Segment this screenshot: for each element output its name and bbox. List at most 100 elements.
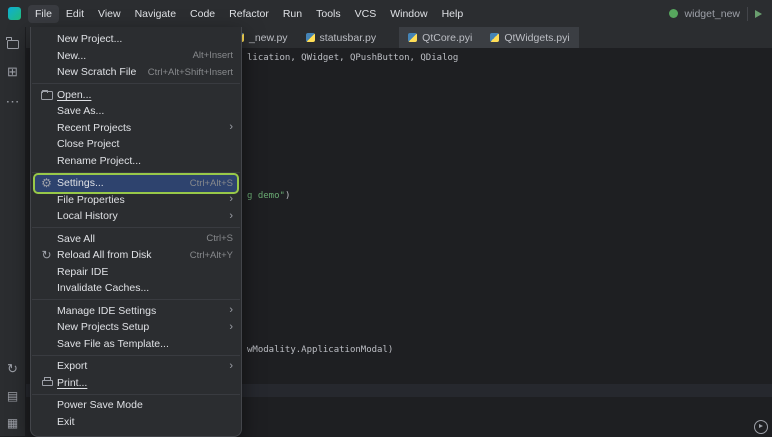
editor-tab[interactable]: QtWidgets.pyi bbox=[481, 27, 578, 48]
divider bbox=[747, 7, 748, 21]
services-play-icon[interactable] bbox=[754, 420, 768, 434]
menu-item[interactable]: New Project... › bbox=[35, 31, 237, 48]
menubar-item[interactable]: Refactor bbox=[222, 5, 276, 23]
menu-separator bbox=[32, 83, 240, 84]
run-button[interactable] bbox=[755, 10, 762, 18]
menubar-item[interactable]: Window bbox=[383, 5, 434, 23]
menubar-item[interactable]: Code bbox=[183, 5, 222, 23]
run-config-icon bbox=[669, 9, 678, 18]
menu-item-icon-slot bbox=[39, 192, 54, 207]
menu-item-icon-slot bbox=[39, 398, 54, 413]
sync-icon[interactable] bbox=[4, 360, 22, 378]
menu-item-label: Save File as Template... bbox=[57, 338, 169, 350]
menu-item[interactable]: Save File as Template... › bbox=[35, 336, 237, 353]
menu-item-icon-slot bbox=[39, 48, 54, 63]
submenu-arrow-icon: › bbox=[229, 211, 233, 222]
printer-icon bbox=[39, 375, 54, 390]
run-widget[interactable]: widget_new bbox=[669, 0, 762, 27]
submenu-arrow-icon: › bbox=[229, 322, 233, 333]
menu-item[interactable]: New Projects Setup › bbox=[35, 319, 237, 336]
menu-item-icon-slot bbox=[39, 104, 54, 119]
menu-item[interactable]: Save As... › bbox=[35, 103, 237, 120]
menu-item[interactable]: Print... › bbox=[35, 375, 237, 392]
submenu-arrow-icon: › bbox=[229, 305, 233, 316]
stripe-bottom-icons bbox=[4, 360, 22, 432]
menu-item[interactable]: Manage IDE Settings › bbox=[35, 303, 237, 320]
menu-item-label: File Properties bbox=[57, 194, 125, 206]
menu-item-icon-slot bbox=[39, 359, 54, 374]
menu-bar: FileEditViewNavigateCodeRefactorRunTools… bbox=[0, 0, 772, 27]
menu-item-shortcut: Ctrl+Alt+Y bbox=[190, 250, 233, 261]
editor-tab[interactable]: statusbar.py bbox=[297, 27, 386, 48]
services-icon[interactable] bbox=[4, 387, 22, 405]
menu-item[interactable]: New... Alt+Insert › bbox=[35, 48, 237, 65]
menu-item[interactable]: Rename Project... › bbox=[35, 153, 237, 170]
menu-item-label: Save As... bbox=[57, 105, 104, 117]
file-menu-popup: New Project... › New... Alt+Insert › New… bbox=[30, 27, 242, 437]
menu-item-icon-slot bbox=[39, 209, 54, 224]
menu-item-label: Repair IDE bbox=[57, 266, 108, 278]
menubar-item[interactable]: File bbox=[28, 5, 59, 23]
menu-item-icon-slot bbox=[39, 320, 54, 335]
folder-icon[interactable] bbox=[4, 34, 22, 52]
menu-item-label: Settings... bbox=[57, 177, 104, 189]
menu-separator bbox=[32, 299, 240, 300]
menu-item-label: New Scratch File bbox=[57, 66, 136, 78]
menu-item[interactable]: Exit › bbox=[35, 414, 237, 431]
menu-item[interactable]: Invalidate Caches... › bbox=[35, 280, 237, 297]
menu-separator bbox=[32, 394, 240, 395]
tab-label: QtWidgets.pyi bbox=[504, 32, 569, 44]
menu-item[interactable]: Repair IDE › bbox=[35, 264, 237, 281]
menu-item-label: Export bbox=[57, 360, 87, 372]
ide-logo-icon bbox=[8, 7, 21, 20]
menu-item[interactable]: New Scratch File Ctrl+Alt+Shift+Insert › bbox=[35, 64, 237, 81]
code-line: g demo") bbox=[247, 190, 290, 202]
menu-item[interactable]: Save All Ctrl+S › bbox=[35, 231, 237, 248]
editor-tabs: _new.py statusbar.py QtCore.pyi QtWidget… bbox=[226, 27, 579, 48]
menu-item-label: Save All bbox=[57, 233, 95, 245]
menu-item-label: Recent Projects bbox=[57, 122, 131, 134]
menu-item-icon-slot bbox=[39, 303, 54, 318]
refresh-icon bbox=[39, 248, 54, 263]
python-file-icon bbox=[306, 33, 315, 42]
menu-item[interactable]: File Properties › bbox=[35, 192, 237, 209]
menu-item-icon-slot bbox=[39, 32, 54, 47]
menubar-item[interactable]: Help bbox=[435, 5, 471, 23]
structure-icon[interactable] bbox=[4, 63, 22, 81]
tab-label: statusbar.py bbox=[320, 32, 377, 44]
menu-item[interactable]: Reload All from Disk Ctrl+Alt+Y › bbox=[35, 247, 237, 264]
menu-item[interactable]: Export › bbox=[35, 358, 237, 375]
menubar-item[interactable]: VCS bbox=[348, 5, 384, 23]
menu-item-icon-slot bbox=[39, 153, 54, 168]
menu-item-label: New... bbox=[57, 50, 86, 62]
menu-item[interactable]: Power Save Mode › bbox=[35, 397, 237, 414]
editor-tab[interactable]: QtCore.pyi bbox=[399, 27, 481, 48]
menu-item-shortcut: Alt+Insert bbox=[193, 50, 233, 61]
submenu-arrow-icon: › bbox=[229, 194, 233, 205]
menu-separator bbox=[32, 355, 240, 356]
menu-item-label: Print... bbox=[57, 377, 87, 389]
menu-item[interactable]: Local History › bbox=[35, 208, 237, 225]
menubar-item[interactable]: Edit bbox=[59, 5, 91, 23]
stripe-top-icons bbox=[4, 34, 22, 110]
python-file-icon bbox=[490, 33, 499, 42]
menu-item[interactable]: Recent Projects › bbox=[35, 120, 237, 137]
menubar-item[interactable]: Navigate bbox=[128, 5, 183, 23]
menubar-item[interactable]: Run bbox=[276, 5, 309, 23]
menu-item-label: Reload All from Disk bbox=[57, 249, 152, 261]
menu-item[interactable]: Close Project › bbox=[35, 136, 237, 153]
menubar-item[interactable]: View bbox=[91, 5, 128, 23]
menu-item-label: Manage IDE Settings bbox=[57, 305, 156, 317]
menu-item-label: Open... bbox=[57, 89, 91, 101]
menu-item[interactable]: Settings... Ctrl+Alt+S › bbox=[35, 175, 237, 192]
more-icon[interactable] bbox=[4, 92, 22, 110]
gear-icon bbox=[39, 176, 54, 191]
menu-item-shortcut: Ctrl+S bbox=[206, 233, 233, 244]
menu-item[interactable]: Open... › bbox=[35, 87, 237, 104]
packages-icon[interactable] bbox=[4, 414, 22, 432]
menu-item-icon-slot bbox=[39, 231, 54, 246]
menubar-item[interactable]: Tools bbox=[309, 5, 348, 23]
code-line: wModality.ApplicationModal) bbox=[247, 344, 393, 356]
menu-item-label: Close Project bbox=[57, 138, 119, 150]
menu-item-icon-slot bbox=[39, 281, 54, 296]
